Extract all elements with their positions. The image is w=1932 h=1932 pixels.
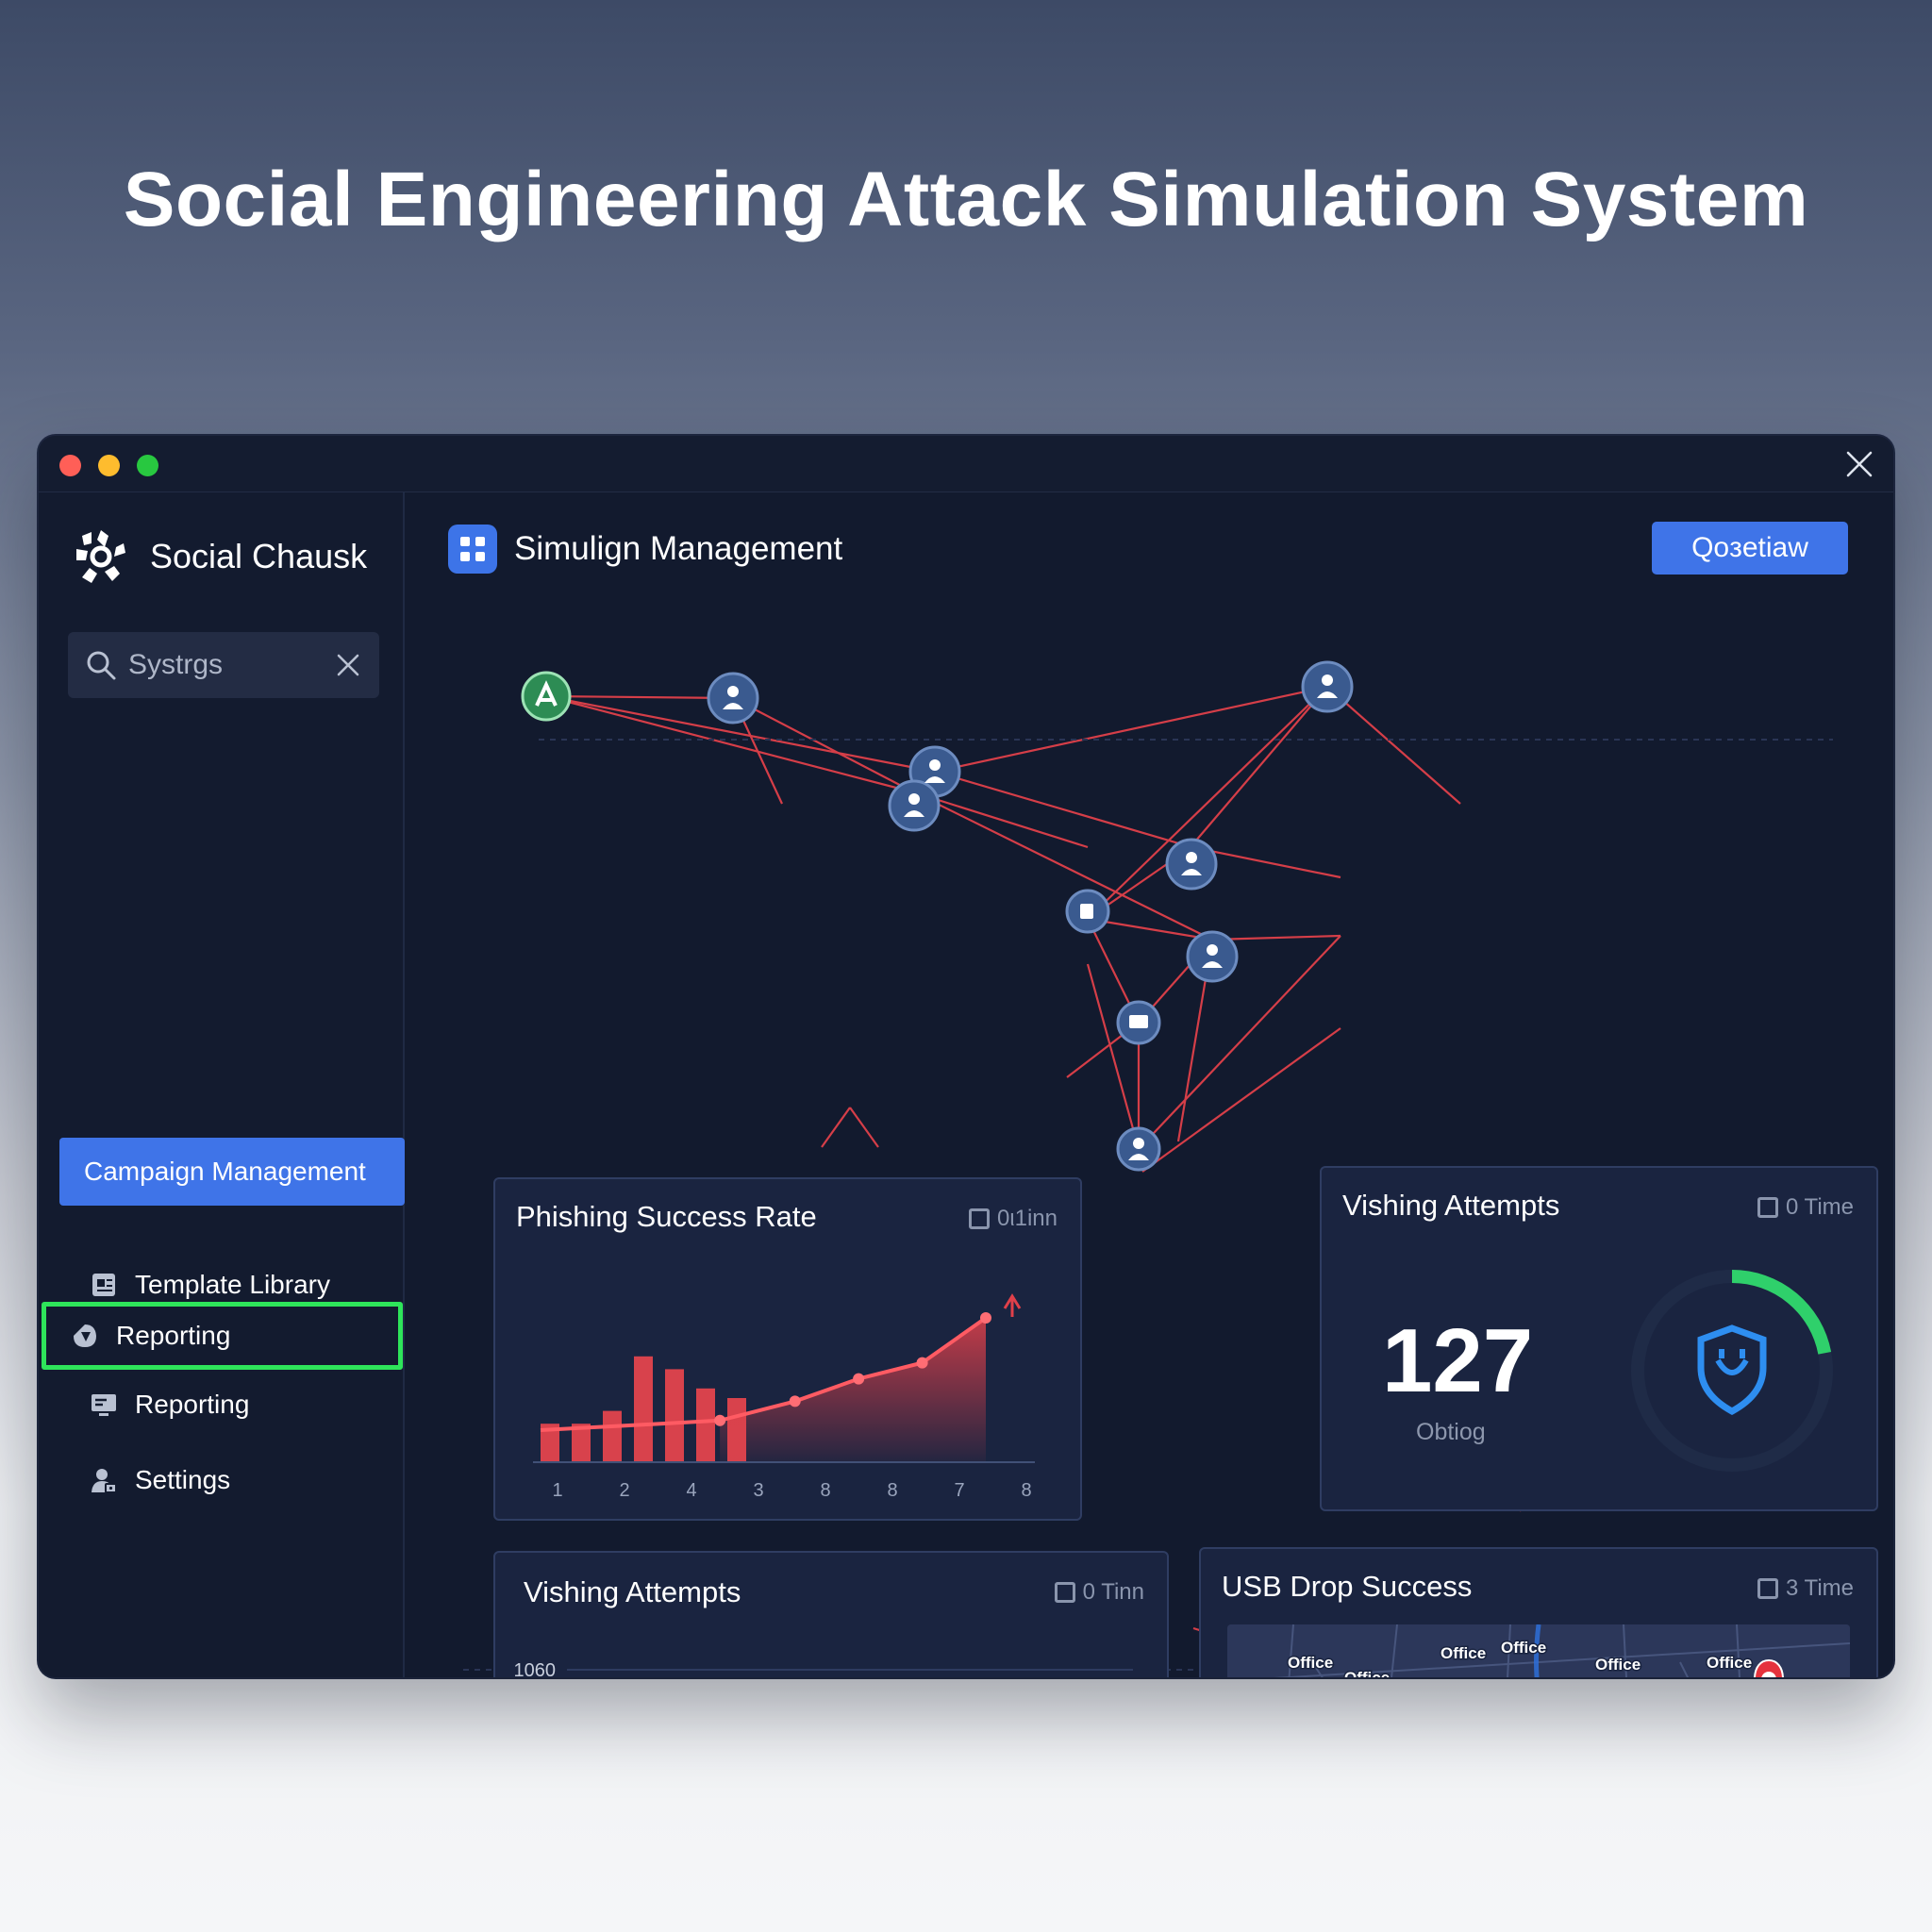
minimize-window-dot[interactable] [98, 455, 120, 476]
network-node-user [888, 779, 941, 832]
sidebar-item-reporting[interactable]: Reporting [42, 1302, 403, 1370]
map-label: Office [1501, 1639, 1546, 1657]
data-point [980, 1312, 991, 1324]
app-window: Social Chausk Campaign Management [39, 436, 1893, 1677]
brand-name: Social Chausk [150, 537, 368, 575]
data-point [714, 1414, 726, 1426]
network-node-user [1186, 930, 1239, 983]
x-tick-label: 8 [1021, 1480, 1031, 1501]
network-node-user [1165, 838, 1218, 891]
close-icon[interactable] [1844, 449, 1874, 479]
x-tick-label: 2 [619, 1480, 629, 1501]
bar [634, 1356, 653, 1462]
user-lock-icon [92, 1469, 117, 1493]
network-node-user [1301, 660, 1354, 713]
sidebar-item-label: Template Library [135, 1270, 330, 1299]
search-box[interactable] [68, 632, 379, 698]
headline: Social Engineering Attack Simulation Sys… [123, 157, 1809, 242]
clear-search-icon[interactable] [334, 651, 362, 679]
close-window-dot[interactable] [59, 455, 81, 476]
usb-drop-card: USB Drop Success 3 Time Office Office Of… [1199, 1547, 1878, 1677]
network-node-user [707, 672, 759, 724]
x-tick-label: 8 [887, 1480, 897, 1501]
card-meta[interactable]: 0 Time [1757, 1194, 1854, 1221]
x-tick-label: 7 [954, 1480, 964, 1501]
vishing-gauge [1631, 1270, 1833, 1472]
map-label: Office [1707, 1654, 1752, 1672]
vishing-sub-label: Obtiog [1416, 1419, 1486, 1445]
card-title: USB Drop Success [1222, 1570, 1473, 1603]
vishing-chart-card: Vishing Attempts 0 Tinn 1060208040100 01… [493, 1551, 1169, 1677]
sidebar-item-reporting-2[interactable]: Reporting [59, 1371, 405, 1439]
page-title: Simulign Management [514, 530, 843, 567]
vishing-chart: 1060208040100 01010121310103020100 [514, 1660, 1133, 1677]
map-label: Office [1288, 1654, 1333, 1672]
sidebar-item-label: Reporting [135, 1390, 250, 1419]
bar [603, 1410, 622, 1462]
sidebar-item-settings[interactable]: Settings [59, 1446, 405, 1514]
vishing-count: 127 [1382, 1310, 1534, 1411]
copy-icon [1757, 1197, 1778, 1218]
page-header: Simulign Management [448, 525, 842, 574]
sidebar-item-campaign-management[interactable]: Campaign Management [59, 1138, 405, 1206]
reporting-icon [74, 1324, 96, 1347]
x-tick-label: 1 [552, 1480, 562, 1501]
data-point [789, 1395, 801, 1407]
brand[interactable]: Social Chausk [71, 526, 367, 587]
x-tick-label: 8 [820, 1480, 830, 1501]
phishing-chart: 1 2 4 3 8 8 7 8 [533, 1293, 1035, 1501]
brand-logo-icon [76, 530, 125, 583]
network-node-admin [521, 671, 572, 722]
grid-icon [448, 525, 497, 574]
x-tick-label: 4 [686, 1480, 696, 1501]
card-title: Vishing Attempts [1342, 1189, 1560, 1222]
template-icon [92, 1274, 115, 1296]
main-content: Simulign Management Qoзetiaw Phishing Su… [407, 492, 1893, 1677]
sidebar-item-label: Campaign Management [84, 1157, 366, 1186]
search-input[interactable] [128, 632, 317, 698]
usb-drop-map[interactable]: OfficeOfficeOfficeOfficeOfficeOfficeOffi… [1227, 1624, 1850, 1677]
sidebar-item-label: Reporting [116, 1321, 231, 1350]
search-icon [87, 651, 116, 680]
card-meta-label: 3 Time [1785, 1575, 1854, 1601]
sidebar-item-label: Settings [135, 1465, 231, 1494]
monitor-icon [92, 1394, 116, 1416]
overview-button[interactable]: Qoзetiaw [1652, 522, 1848, 575]
phishing-success-card: Phishing Success Rate 0ι1inn 12438 8 7 8 [493, 1177, 1082, 1521]
data-point [853, 1373, 865, 1385]
data-point [916, 1357, 928, 1369]
map-label: Office [1441, 1644, 1486, 1662]
y-tick-label: 1060 [514, 1660, 557, 1677]
maximize-window-dot[interactable] [137, 455, 158, 476]
vishing-kpi-card: Vishing Attempts 0 Time 127 Obtiog [1320, 1166, 1878, 1511]
title-bar [39, 436, 1893, 492]
map-label: Office [1595, 1656, 1641, 1674]
bar [696, 1388, 715, 1462]
copy-icon [1757, 1578, 1778, 1599]
card-meta[interactable]: 3 Time [1757, 1575, 1854, 1602]
bar [665, 1369, 684, 1462]
x-tick-label: 3 [753, 1480, 763, 1501]
map-label: Office [1344, 1669, 1390, 1677]
card-meta-label: 0 Time [1785, 1194, 1854, 1220]
